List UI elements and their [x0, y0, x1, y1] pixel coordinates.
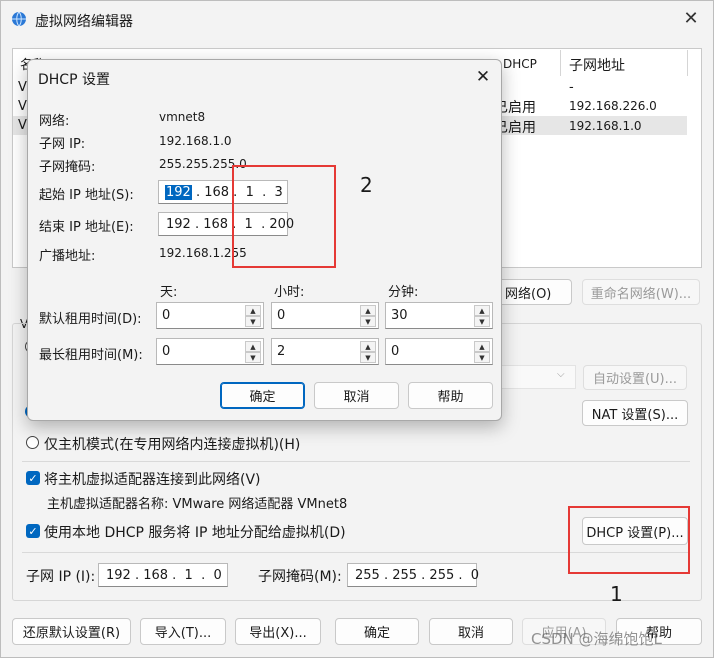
subnet-ip-input[interactable]: 192 . 168 . 1 . 0	[98, 563, 228, 587]
spin-up-icon[interactable]: ▲	[245, 305, 261, 316]
max-lease-hours[interactable]: 2 ▲ ▼	[271, 338, 379, 365]
close-icon[interactable]: ✕	[472, 66, 494, 88]
annotation-label-1: 1	[610, 582, 623, 606]
table-row-2-name: V	[18, 118, 27, 133]
max-lease-label: 最长租用时间(M):	[39, 348, 143, 363]
connect-adapter-checkbox[interactable]: ✓	[26, 471, 40, 485]
spin-down-icon[interactable]: ▼	[245, 316, 261, 327]
col-days-label: 天:	[160, 285, 178, 300]
max-lease-days[interactable]: 0 ▲ ▼	[156, 338, 264, 365]
annotation-box-1	[568, 506, 690, 574]
spin-up-icon[interactable]: ▲	[245, 341, 261, 352]
table-row-0-name: V	[18, 80, 27, 95]
dhcp-help-button[interactable]: 帮助	[408, 382, 493, 409]
divider	[22, 461, 690, 462]
dhcp-dialog-title: DHCP 设置	[38, 72, 110, 88]
spin-up-icon[interactable]: ▲	[360, 341, 376, 352]
table-header-subnet[interactable]: 子网地址	[569, 55, 625, 75]
end-ip-label: 结束 IP 地址(E):	[39, 220, 134, 235]
table-row-1-name: V	[18, 99, 27, 114]
spin-up-icon[interactable]: ▲	[474, 341, 490, 352]
app-icon	[11, 11, 27, 27]
export-button[interactable]: 导出(X)...	[235, 618, 321, 645]
host-only-radio[interactable]	[26, 436, 39, 449]
annotation-label-2: 2	[360, 173, 373, 197]
col-minutes-label: 分钟:	[388, 285, 419, 300]
dhcp-cancel-button[interactable]: 取消	[314, 382, 399, 409]
start-ip-label: 起始 IP 地址(S):	[39, 188, 134, 203]
watermark: CSDN @海绵饱饱L	[531, 630, 662, 648]
spin-up-icon[interactable]: ▲	[474, 305, 490, 316]
host-only-label[interactable]: 仅主机模式(在专用网络内连接虚拟机)(H)	[44, 434, 300, 454]
close-icon[interactable]: ✕	[680, 8, 702, 30]
default-lease-minutes[interactable]: 30 ▲ ▼	[385, 302, 493, 329]
nat-settings-button[interactable]: NAT 设置(S)...	[582, 400, 688, 426]
rename-network-button[interactable]: 重命名网络(W)...	[582, 279, 700, 305]
col-hours-label: 小时:	[274, 285, 305, 300]
use-dhcp-label[interactable]: 使用本地 DHCP 服务将 IP 地址分配给虚拟机(D)	[44, 522, 346, 542]
dhcp-subnet-ip-label: 子网 IP:	[39, 137, 86, 152]
table-header-divider	[560, 50, 561, 76]
start-ip-selected-octet: 192	[165, 184, 192, 200]
max-lease-minutes[interactable]: 0 ▲ ▼	[385, 338, 493, 365]
broadcast-label: 广播地址:	[39, 249, 96, 264]
spin-down-icon[interactable]: ▼	[474, 352, 490, 363]
subnet-ip-label: 子网 IP (I):	[26, 569, 96, 585]
connect-adapter-label[interactable]: 将主机虚拟适配器连接到此网络(V)	[44, 469, 261, 489]
spin-down-icon[interactable]: ▼	[360, 352, 376, 363]
auto-settings-button[interactable]: 自动设置(U)...	[583, 365, 687, 390]
table-header-dhcp[interactable]: DHCP	[503, 57, 537, 71]
subnet-mask-input[interactable]: 255 . 255 . 255 . 0	[347, 563, 479, 587]
dhcp-network-label: 网络:	[39, 114, 70, 129]
table-row-0-subnet: -	[569, 80, 574, 95]
adapter-name-label: 主机虚拟适配器名称: VMware 网络适配器 VMnet8	[47, 497, 348, 512]
table-header-divider	[687, 50, 688, 76]
default-lease-hours[interactable]: 0 ▲ ▼	[271, 302, 379, 329]
restore-defaults-button[interactable]: 还原默认设置(R)	[12, 618, 131, 645]
annotation-box-2	[232, 165, 336, 268]
add-network-button[interactable]: 网络(O)	[490, 279, 572, 305]
subnet-mask-label: 子网掩码(M):	[258, 569, 342, 585]
default-lease-label: 默认租用时间(D):	[39, 312, 142, 327]
table-row-2-subnet: 192.168.1.0	[569, 119, 642, 133]
spin-down-icon[interactable]: ▼	[360, 316, 376, 327]
chevron-down-icon: ⌵	[557, 369, 565, 380]
dhcp-subnet-mask-label: 子网掩码:	[39, 160, 96, 175]
spin-down-icon[interactable]: ▼	[474, 316, 490, 327]
dhcp-subnet-ip-value: 192.168.1.0	[159, 134, 232, 148]
spin-down-icon[interactable]: ▼	[245, 352, 261, 363]
import-button[interactable]: 导入(T)...	[140, 618, 226, 645]
table-row-1-subnet: 192.168.226.0	[569, 99, 657, 113]
ok-button[interactable]: 确定	[335, 618, 419, 645]
dhcp-network-value: vmnet8	[159, 110, 206, 124]
window-title: 虚拟网络编辑器	[35, 14, 133, 30]
cancel-button[interactable]: 取消	[429, 618, 513, 645]
use-dhcp-checkbox[interactable]: ✓	[26, 524, 40, 538]
spin-up-icon[interactable]: ▲	[360, 305, 376, 316]
default-lease-days[interactable]: 0 ▲ ▼	[156, 302, 264, 329]
dhcp-ok-button[interactable]: 确定	[220, 382, 305, 409]
